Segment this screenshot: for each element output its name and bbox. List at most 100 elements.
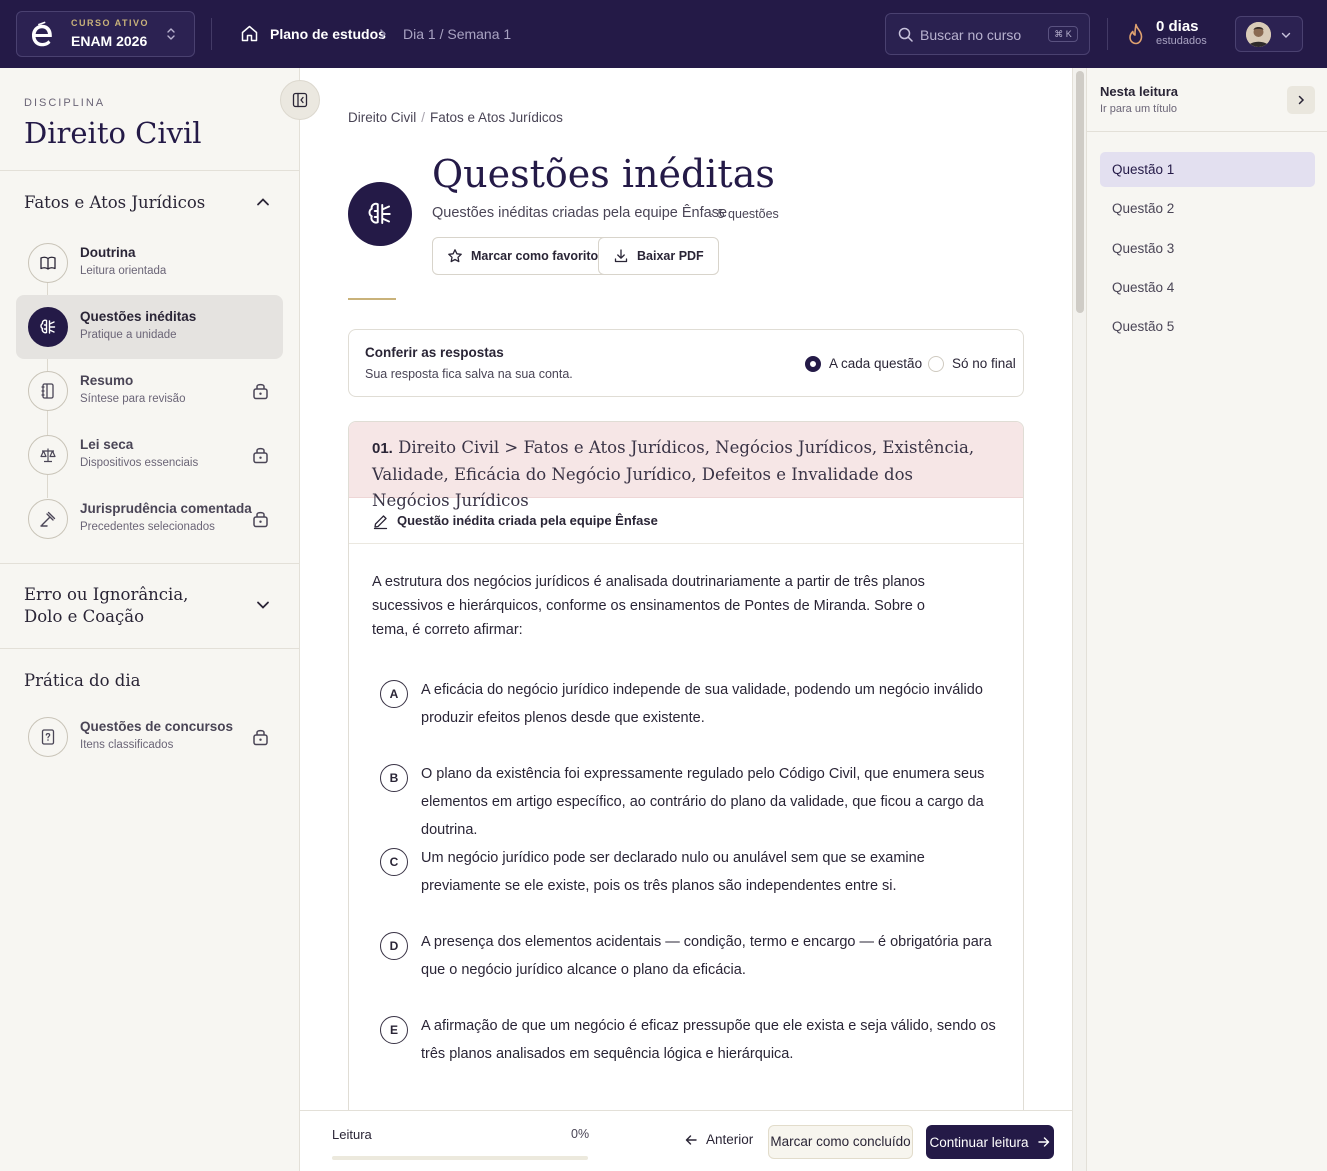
sidebar-item-subtitle: Pratique a unidade bbox=[80, 329, 177, 341]
chevron-right-icon bbox=[380, 29, 386, 39]
reading-progress-bar bbox=[332, 1156, 588, 1160]
option-text: A afirmação de que um negócio é eficaz p… bbox=[421, 1018, 996, 1062]
question-stem: A estrutura dos negócios jurídicos é ana… bbox=[372, 574, 925, 638]
streak-label: estudados bbox=[1156, 35, 1207, 47]
flame-icon bbox=[1129, 23, 1143, 45]
toc-item-questao-1[interactable]: Questão 1 bbox=[1100, 152, 1315, 187]
sidebar-item-title: Doutrina bbox=[80, 245, 136, 260]
radio-label[interactable]: Só no final bbox=[952, 356, 1016, 371]
answer-check-subtitle: Sua resposta fica salva na sua conta. bbox=[365, 367, 573, 381]
page-title: Questões inéditas bbox=[432, 152, 775, 196]
brain-icon bbox=[348, 182, 412, 246]
breadcrumb-plan-link[interactable]: Plano de estudos bbox=[270, 26, 386, 42]
pencil-icon bbox=[373, 515, 388, 530]
search-input[interactable]: Buscar no curso ⌘ K bbox=[885, 13, 1090, 55]
sidebar-item-lei-seca[interactable]: Lei seca Dispositivos essenciais bbox=[16, 423, 283, 487]
section-title-erro[interactable]: Erro ou Ignorância, Dolo e Coação bbox=[24, 584, 229, 628]
main-scrollbar[interactable] bbox=[1072, 68, 1087, 1171]
continue-reading-button[interactable]: Continuar leitura bbox=[926, 1125, 1054, 1159]
option-letter: C bbox=[380, 848, 408, 876]
course-name: ENAM 2026 bbox=[71, 33, 148, 49]
chevron-down-icon[interactable] bbox=[255, 597, 271, 613]
lock-icon bbox=[253, 447, 268, 464]
arrow-left-icon bbox=[685, 1134, 697, 1145]
chevron-up-icon[interactable] bbox=[255, 194, 271, 210]
radio-label[interactable]: A cada questão bbox=[829, 356, 922, 371]
sidebar-item-doutrina[interactable]: Doutrina Leitura orientada bbox=[16, 231, 283, 295]
sidebar-item-title: Questões inéditas bbox=[80, 309, 197, 324]
previous-label: Anterior bbox=[706, 1132, 754, 1147]
sidebar-item-questoes-ineditas[interactable]: Questões inéditas Pratique a unidade bbox=[16, 295, 283, 359]
option-letter: E bbox=[380, 1016, 408, 1044]
avatar bbox=[1246, 22, 1271, 47]
sidebar-collapse-icon bbox=[292, 92, 308, 108]
topbar-divider bbox=[1107, 18, 1108, 50]
search-icon bbox=[898, 27, 913, 42]
section-title-fatos[interactable]: Fatos e Atos Jurídicos bbox=[24, 192, 205, 214]
breadcrumb-item[interactable]: Direito Civil bbox=[348, 110, 416, 125]
answer-check-card: Conferir as respostas Sua resposta fica … bbox=[348, 329, 1024, 397]
user-menu-button[interactable] bbox=[1235, 16, 1303, 52]
toc-title: Nesta leitura bbox=[1100, 84, 1179, 99]
option-text: Um negócio jurídico pode ser declarado n… bbox=[421, 850, 925, 894]
option-letter: D bbox=[380, 932, 408, 960]
breadcrumb-item[interactable]: Fatos e Atos Jurídicos bbox=[430, 110, 563, 125]
reading-label: Leitura bbox=[332, 1127, 372, 1142]
sidebar-item-jurisprudencia[interactable]: Jurisprudência comentada Precedentes sel… bbox=[16, 487, 283, 551]
toc-item-questao-2[interactable]: Questão 2 bbox=[1100, 191, 1315, 226]
lock-icon bbox=[253, 511, 268, 528]
reading-percent: 0% bbox=[571, 1127, 590, 1141]
home-icon[interactable] bbox=[240, 24, 259, 43]
option-text: A presença dos elementos acidentais — co… bbox=[421, 934, 992, 978]
scale-icon bbox=[28, 435, 68, 475]
sidebar-item-title: Resumo bbox=[80, 373, 134, 388]
question-author: Questão inédita criada pela equipe Ênfas… bbox=[397, 513, 658, 528]
gavel-icon bbox=[28, 499, 68, 539]
lock-icon bbox=[253, 383, 268, 400]
question-card: 01. Direito Civil > Fatos e Atos Jurídic… bbox=[348, 421, 1024, 1121]
discipline-sidebar: DISCIPLINA Direito Civil Fatos e Atos Ju… bbox=[0, 68, 300, 1171]
question-header: 01. Direito Civil > Fatos e Atos Jurídic… bbox=[349, 422, 1023, 510]
favorite-label: Marcar como favorito bbox=[471, 249, 599, 263]
radio-each-question[interactable] bbox=[805, 356, 821, 372]
sidebar-item-questoes-concursos[interactable]: Questões de concursos Itens classificado… bbox=[16, 705, 283, 769]
mark-complete-button[interactable]: Marcar como concluído bbox=[768, 1125, 913, 1159]
question-file-icon bbox=[28, 717, 68, 757]
previous-button[interactable]: Anterior bbox=[684, 1132, 753, 1147]
streak-value: 0 dias bbox=[1156, 18, 1199, 35]
toc-subtitle: Ir para um título bbox=[1100, 103, 1178, 115]
top-bar: CURSO ATIVO ENAM 2026 Plano de estudos D… bbox=[0, 0, 1327, 68]
scrollbar-thumb[interactable] bbox=[1076, 71, 1084, 313]
topbar-divider bbox=[211, 18, 212, 50]
toc-item-questao-4[interactable]: Questão 4 bbox=[1100, 270, 1315, 305]
course-selector[interactable]: CURSO ATIVO ENAM 2026 bbox=[16, 11, 195, 57]
toc-toggle-button[interactable] bbox=[1287, 86, 1315, 114]
radio-at-end[interactable] bbox=[928, 356, 944, 372]
sidebar-item-resumo[interactable]: Resumo Síntese para revisão bbox=[16, 359, 283, 423]
toc-item-questao-3[interactable]: Questão 3 bbox=[1100, 231, 1315, 266]
search-shortcut-badge: ⌘ K bbox=[1048, 26, 1078, 42]
sidebar-item-title: Jurisprudência comentada bbox=[80, 501, 252, 516]
favorite-button[interactable]: Marcar como favorito bbox=[432, 237, 614, 275]
divider bbox=[0, 648, 299, 649]
toc-item-questao-5[interactable]: Questão 5 bbox=[1100, 309, 1315, 344]
divider bbox=[0, 563, 299, 564]
sidebar-item-subtitle: Leitura orientada bbox=[80, 265, 167, 277]
sidebar-item-title: Questões de concursos bbox=[80, 719, 234, 734]
collapse-sidebar-button[interactable] bbox=[280, 80, 320, 120]
section-title-pratica: Prática do dia bbox=[24, 671, 141, 690]
sidebar-item-subtitle: Síntese para revisão bbox=[80, 393, 186, 405]
option-letter: A bbox=[380, 680, 408, 708]
user-avatar-icon bbox=[1246, 22, 1271, 47]
search-placeholder: Buscar no curso bbox=[920, 27, 1022, 43]
answer-check-title: Conferir as respostas bbox=[365, 345, 504, 360]
breadcrumb-day: Dia 1 / Semana 1 bbox=[403, 26, 512, 42]
divider bbox=[0, 170, 299, 171]
main-content: Direito Civil / Fatos e Atos Jurídicos Que… bbox=[300, 68, 1073, 1171]
option-text: A eficácia do negócio jurídico independe… bbox=[421, 682, 983, 726]
option-letter: B bbox=[380, 764, 408, 792]
download-pdf-button[interactable]: Baixar PDF bbox=[598, 237, 719, 275]
course-kicker: CURSO ATIVO bbox=[71, 18, 150, 28]
star-icon bbox=[448, 249, 462, 263]
option-text: O plano da existência foi expressamente … bbox=[421, 766, 985, 838]
